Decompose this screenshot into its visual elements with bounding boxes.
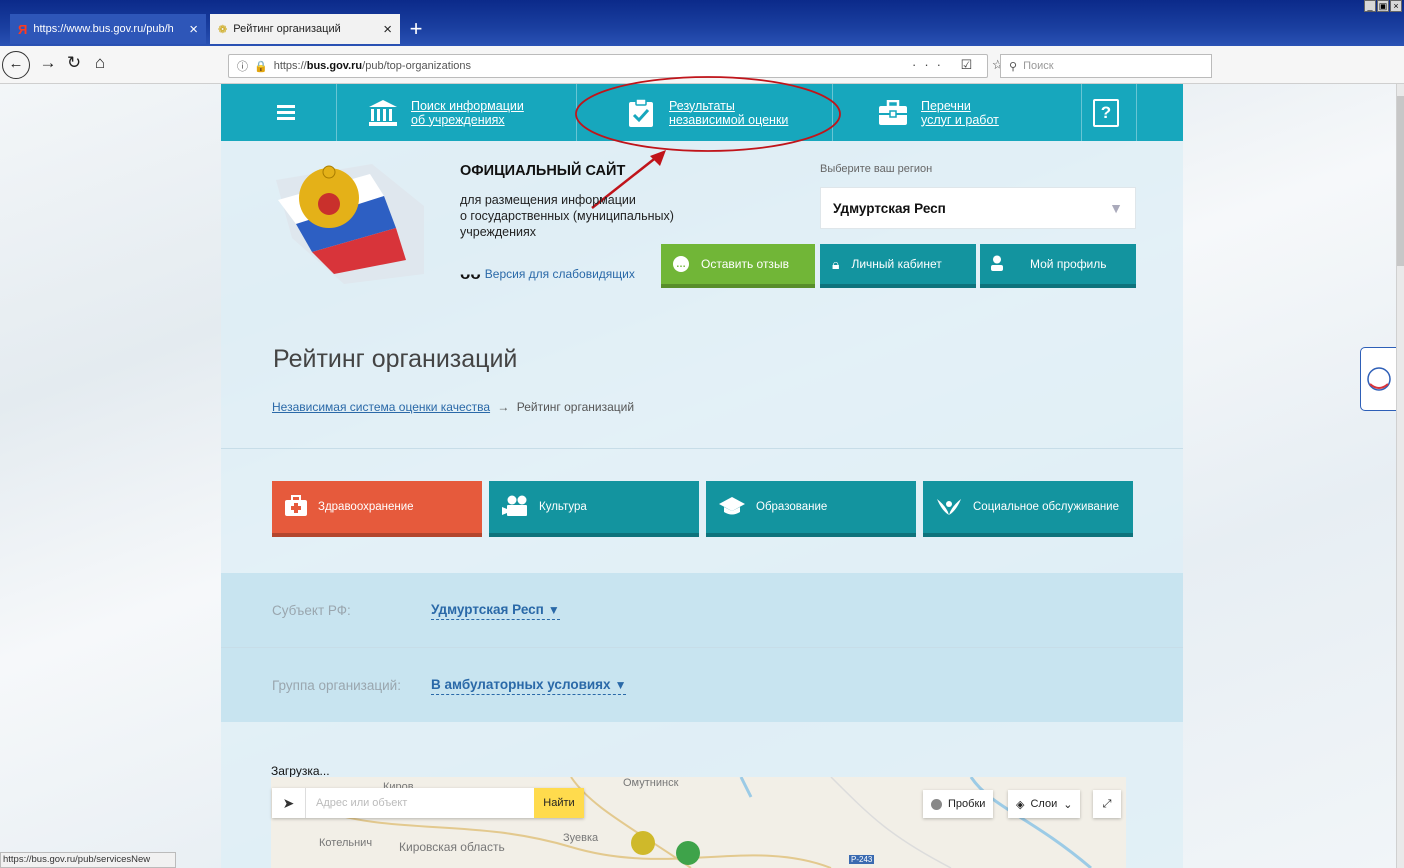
window-controls: _ ▣ × bbox=[1364, 0, 1402, 12]
graduation-cap-icon bbox=[718, 495, 746, 520]
category-healthcare-button[interactable]: Здравоохранение bbox=[272, 481, 482, 537]
dropdown-arrow-icon: ▼ bbox=[1109, 200, 1123, 216]
briefcase-icon bbox=[877, 98, 909, 128]
category-culture-button[interactable]: Культура bbox=[489, 481, 699, 537]
divider bbox=[221, 448, 1183, 449]
nav-service-lists[interactable]: Перечни услуг и работ bbox=[877, 84, 999, 141]
lock-icon: 🔒 bbox=[254, 60, 268, 73]
page-actions-icons[interactable]: ··· ☑ ☆ bbox=[912, 57, 1012, 73]
map-road-label: Р-243 bbox=[849, 855, 875, 864]
chat-bubble-icon: … bbox=[673, 256, 689, 272]
reload-icon[interactable]: ↻ bbox=[62, 53, 86, 73]
layers-icon: ◈ bbox=[1016, 798, 1025, 811]
institution-building-icon bbox=[367, 98, 399, 128]
help-icon: ? bbox=[1093, 98, 1119, 127]
gosuslugi-widget[interactable] bbox=[1360, 347, 1398, 411]
tab-homepage[interactable]: Я https://www.bus.gov.ru/pub/hom × bbox=[10, 14, 206, 44]
map-address-input[interactable]: Адрес или объект bbox=[306, 788, 534, 818]
yandex-icon: Я bbox=[18, 21, 28, 37]
map-label-city: Котельнич bbox=[319, 837, 373, 849]
film-camera-icon bbox=[501, 495, 529, 520]
close-tab-icon[interactable]: × bbox=[383, 21, 392, 38]
home-icon[interactable]: ⌂ bbox=[88, 53, 112, 73]
url-text: https://bus.gov.ru/pub/top-organizations bbox=[273, 60, 472, 72]
minimize-button[interactable]: _ bbox=[1364, 0, 1376, 12]
hamburger-icon bbox=[277, 102, 295, 123]
geolocation-icon[interactable]: ➤ bbox=[272, 788, 306, 818]
group-label: Группа организаций: bbox=[272, 678, 401, 693]
nav-search-link[interactable]: Поиск информации об учреждениях bbox=[411, 99, 524, 127]
my-profile-button[interactable]: Мой профиль bbox=[980, 244, 1136, 288]
coat-of-arms-logo bbox=[276, 164, 424, 284]
map-label-city: Омутнинск bbox=[623, 777, 679, 789]
url-bar[interactable]: ⓘ 🔒 https://bus.gov.ru/pub/top-organizat… bbox=[228, 54, 988, 78]
breadcrumb: Независимая система оценки качества → Ре… bbox=[272, 400, 635, 414]
filter-subject-row bbox=[221, 573, 1183, 647]
browser-tab-bar: Я https://www.bus.gov.ru/pub/hom × ❁ Рей… bbox=[0, 0, 1404, 46]
hamburger-menu[interactable] bbox=[277, 84, 295, 141]
category-education-button[interactable]: Образование bbox=[706, 481, 916, 537]
arrow-forward-icon[interactable]: → bbox=[36, 53, 60, 73]
map-find-button[interactable]: Найти bbox=[534, 788, 584, 818]
nav-search-institutions[interactable]: Поиск информации об учреждениях bbox=[367, 84, 524, 141]
caring-hands-icon bbox=[935, 495, 963, 520]
site-subtitle: для размещения информации о государствен… bbox=[460, 193, 674, 239]
close-window-button[interactable]: × bbox=[1390, 0, 1402, 12]
maximize-button[interactable]: ▣ bbox=[1377, 0, 1389, 12]
fullscreen-button[interactable]: ⤢ bbox=[1093, 790, 1121, 818]
scrollbar-thumb[interactable] bbox=[1397, 96, 1404, 266]
low-vision-version-link[interactable]: ᴗᴗ Версия для слабовидящих bbox=[460, 264, 635, 284]
expand-icon: ⤢ bbox=[1102, 797, 1112, 810]
layers-button[interactable]: ◈ Слои ⌄ bbox=[1008, 790, 1081, 818]
group-select[interactable]: В амбулаторных условиях ▼ bbox=[431, 677, 627, 695]
tab-title: Рейтинг организаций bbox=[233, 23, 341, 35]
category-social-button[interactable]: Социальное обслуживание bbox=[923, 481, 1133, 537]
tab-active[interactable]: ❁ Рейтинг организаций × bbox=[210, 14, 400, 44]
site-title: ОФИЦИАЛЬНЫЙ САЙТ bbox=[460, 163, 626, 179]
subject-select[interactable]: Удмуртская Респ ▼ bbox=[431, 602, 560, 620]
lock-icon: 🔒︎ bbox=[832, 255, 840, 272]
tab-title: https://www.bus.gov.ru/pub/hom bbox=[33, 23, 174, 35]
nav-lists-link[interactable]: Перечни услуг и работ bbox=[921, 99, 999, 127]
emblem-favicon-icon: ❁ bbox=[218, 23, 228, 36]
region-select[interactable]: Удмуртская Респ ▼ bbox=[820, 187, 1136, 229]
user-icon bbox=[990, 255, 1004, 274]
region-label: Выберите ваш регион bbox=[820, 163, 933, 175]
search-icon: ⚲ bbox=[1009, 60, 1018, 73]
annotation-ellipse bbox=[575, 76, 841, 152]
info-icon[interactable]: ⓘ bbox=[237, 58, 248, 74]
map-label-city: Зуевка bbox=[563, 832, 599, 844]
map-loading-text: Загрузка... bbox=[271, 764, 330, 778]
subject-label: Субъект РФ: bbox=[272, 603, 351, 618]
browser-search-input[interactable]: ⚲ Поиск bbox=[1000, 54, 1212, 78]
breadcrumb-current: Рейтинг организаций bbox=[516, 400, 635, 414]
new-tab-button[interactable]: + bbox=[404, 14, 428, 44]
arrow-back-icon[interactable]: ← bbox=[2, 51, 30, 79]
status-bar-url: https://bus.gov.ru/pub/servicesNew bbox=[0, 852, 176, 868]
gosuslugi-icon bbox=[1367, 367, 1391, 391]
personal-cabinet-button[interactable]: 🔒︎ Личный кабинет bbox=[820, 244, 976, 288]
breadcrumb-link[interactable]: Независимая система оценки качества bbox=[272, 400, 490, 414]
glasses-icon: ᴗᴗ bbox=[460, 264, 481, 283]
map-search-bar: ➤ Адрес или объект Найти bbox=[272, 788, 584, 818]
map-label-region: Кировская область bbox=[399, 840, 505, 854]
page-title: Рейтинг организаций bbox=[273, 345, 518, 373]
close-tab-icon[interactable]: × bbox=[189, 21, 198, 38]
chevron-down-icon: ⌄ bbox=[1063, 798, 1073, 811]
triangle-down-icon: ▼ bbox=[547, 603, 560, 617]
annotation-arrow-head bbox=[650, 150, 666, 166]
search-placeholder: Поиск bbox=[1023, 60, 1054, 72]
leave-feedback-button[interactable]: … Оставить отзыв bbox=[661, 244, 815, 288]
help-button[interactable]: ? bbox=[1093, 84, 1119, 141]
triangle-down-icon: ▼ bbox=[614, 678, 627, 692]
first-aid-kit-icon bbox=[284, 494, 308, 520]
traffic-button[interactable]: Пробки bbox=[923, 790, 994, 818]
traffic-light-icon bbox=[931, 798, 942, 810]
